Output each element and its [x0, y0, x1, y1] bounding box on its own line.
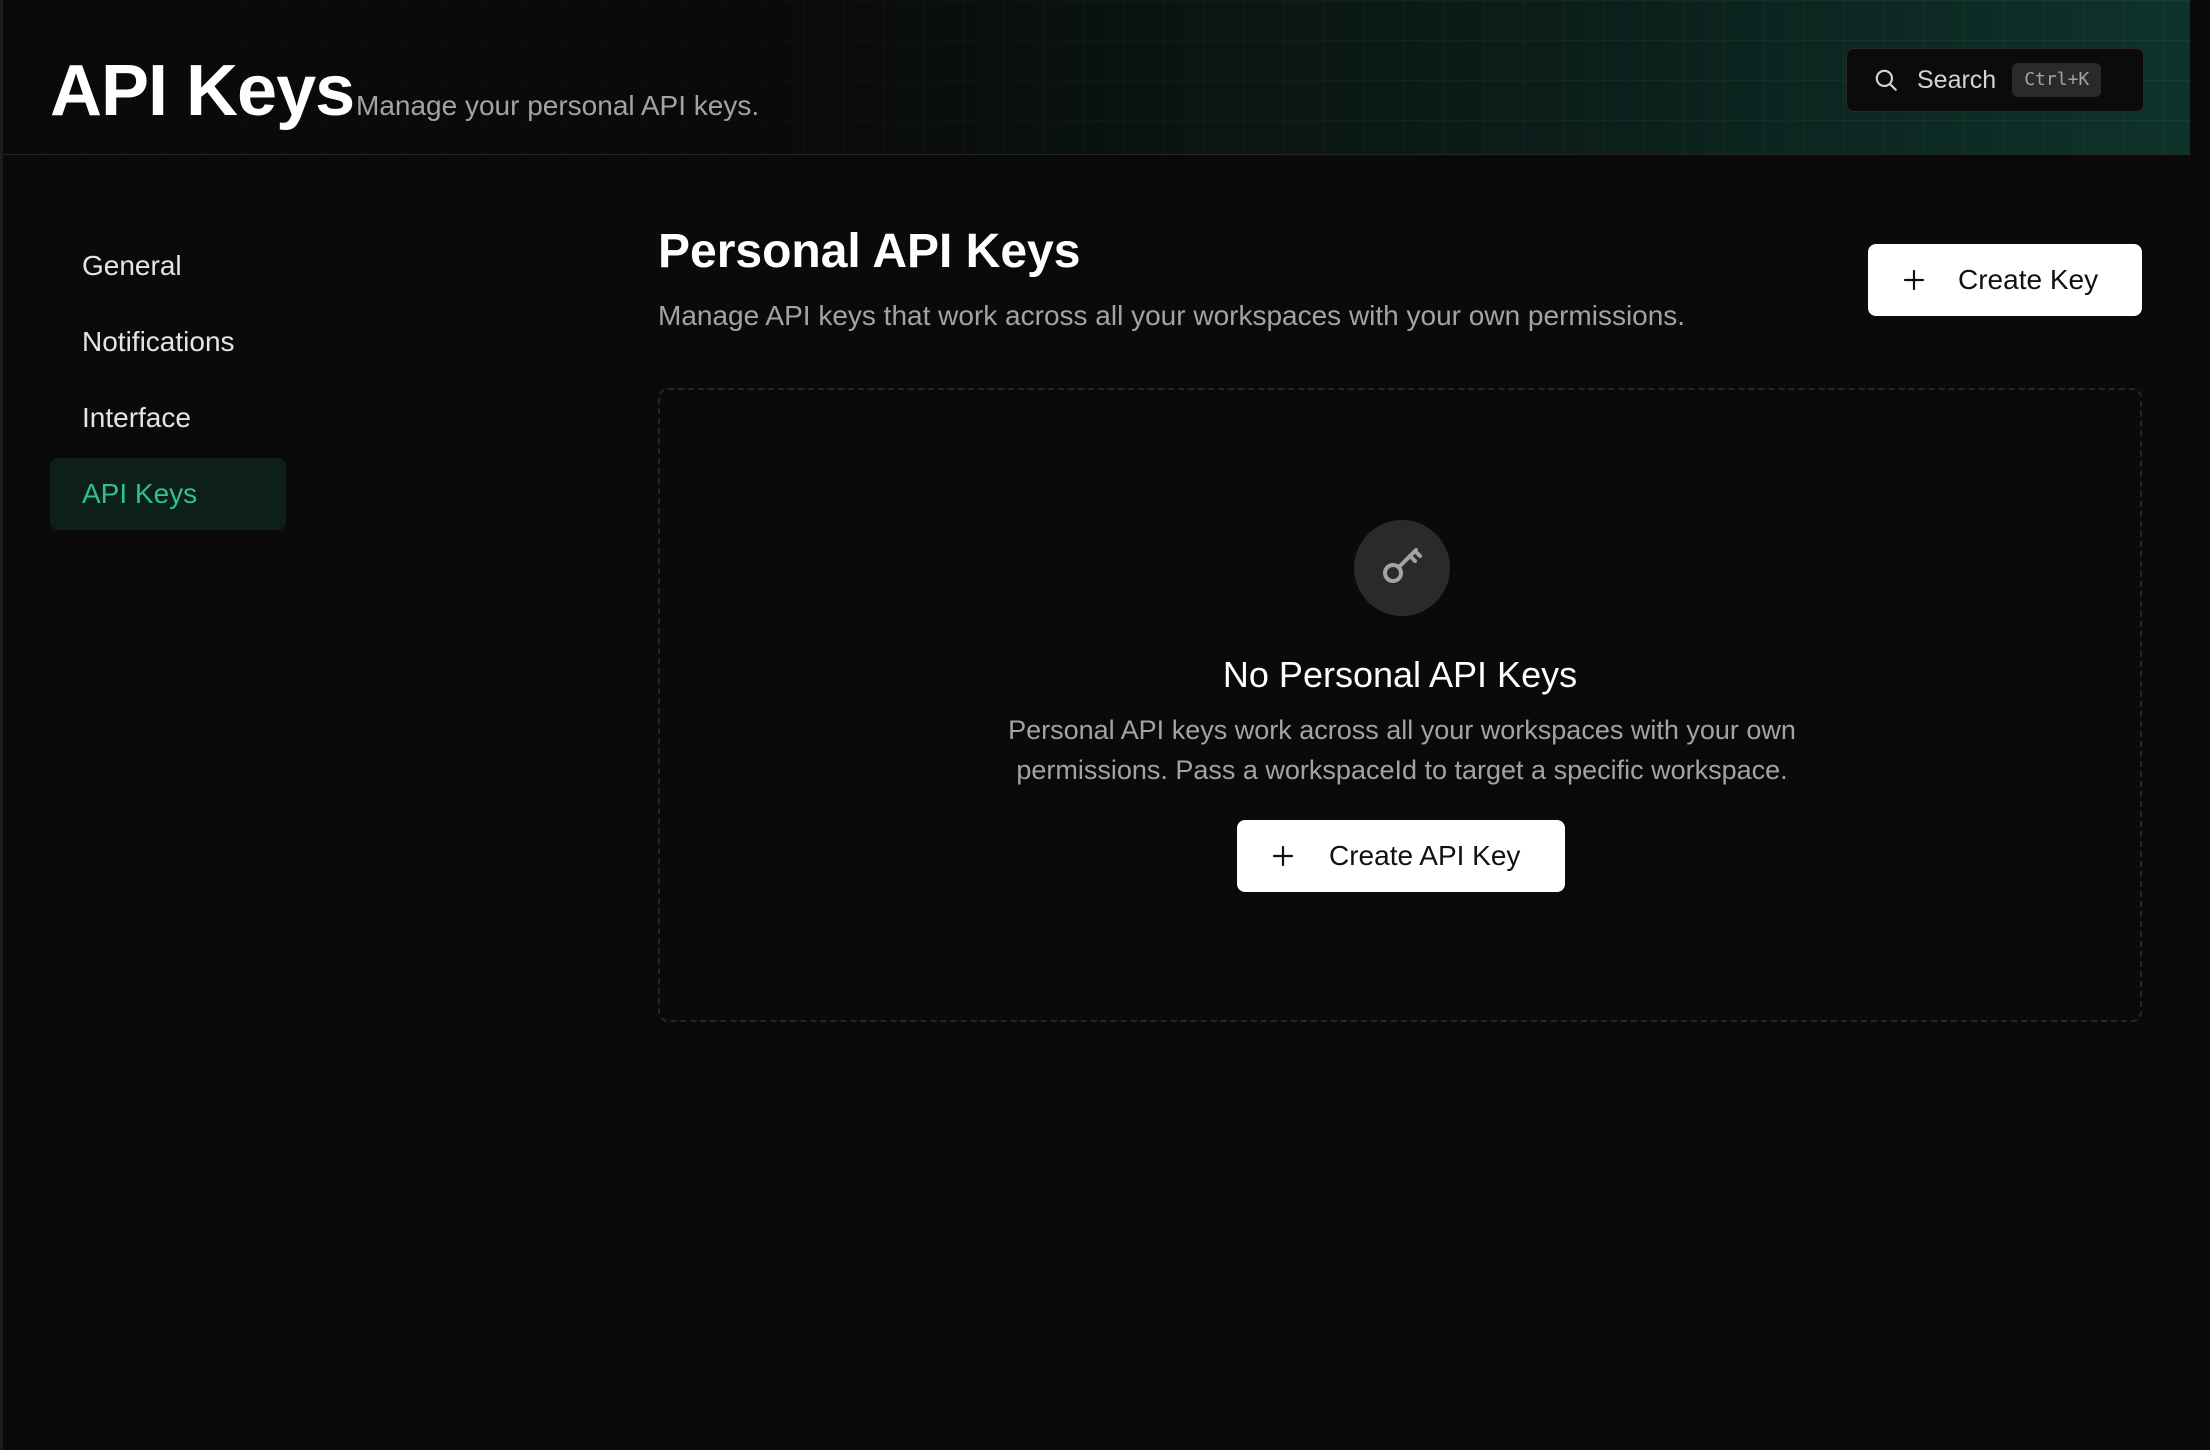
main-content: Personal API Keys Manage API keys that w…	[658, 222, 2142, 1022]
window-edge	[0, 0, 3, 1450]
empty-state-panel: No Personal API Keys Personal API keys w…	[658, 388, 2142, 1022]
header-title: API Keys	[50, 51, 355, 131]
plus-icon	[1902, 268, 1926, 292]
settings-sidebar: General Notifications Interface API Keys	[50, 230, 286, 534]
sidebar-item-notifications[interactable]: Notifications	[50, 306, 286, 378]
empty-state-title: No Personal API Keys	[1222, 654, 1578, 695]
search-icon	[1873, 67, 1899, 93]
sidebar-item-general[interactable]: General	[50, 230, 286, 302]
plus-icon	[1271, 844, 1295, 868]
sidebar-item-api-keys[interactable]: API Keys	[50, 458, 286, 530]
settings-app: API Keys Manage your personal API keys. …	[0, 0, 2210, 1450]
search-shortcut-badge: Ctrl+K	[2012, 63, 2102, 97]
page-header: API Keys Manage your personal API keys. …	[3, 0, 2190, 155]
sidebar-item-interface[interactable]: Interface	[50, 382, 286, 454]
create-api-key-button[interactable]: Create API Key	[1237, 820, 1565, 892]
search-button[interactable]: Search Ctrl+K	[1846, 48, 2144, 112]
key-icon	[1378, 542, 1426, 595]
create-key-label: Create Key	[1958, 264, 2099, 295]
header-subtitle: Manage your personal API keys.	[356, 90, 760, 121]
search-label: Search	[1917, 65, 1997, 94]
create-api-key-label: Create API Key	[1329, 840, 1521, 871]
empty-state-description: Personal API keys work across all your w…	[1008, 715, 1796, 785]
empty-state-icon-circle	[1354, 520, 1450, 616]
create-key-button[interactable]: Create Key	[1868, 244, 2142, 316]
